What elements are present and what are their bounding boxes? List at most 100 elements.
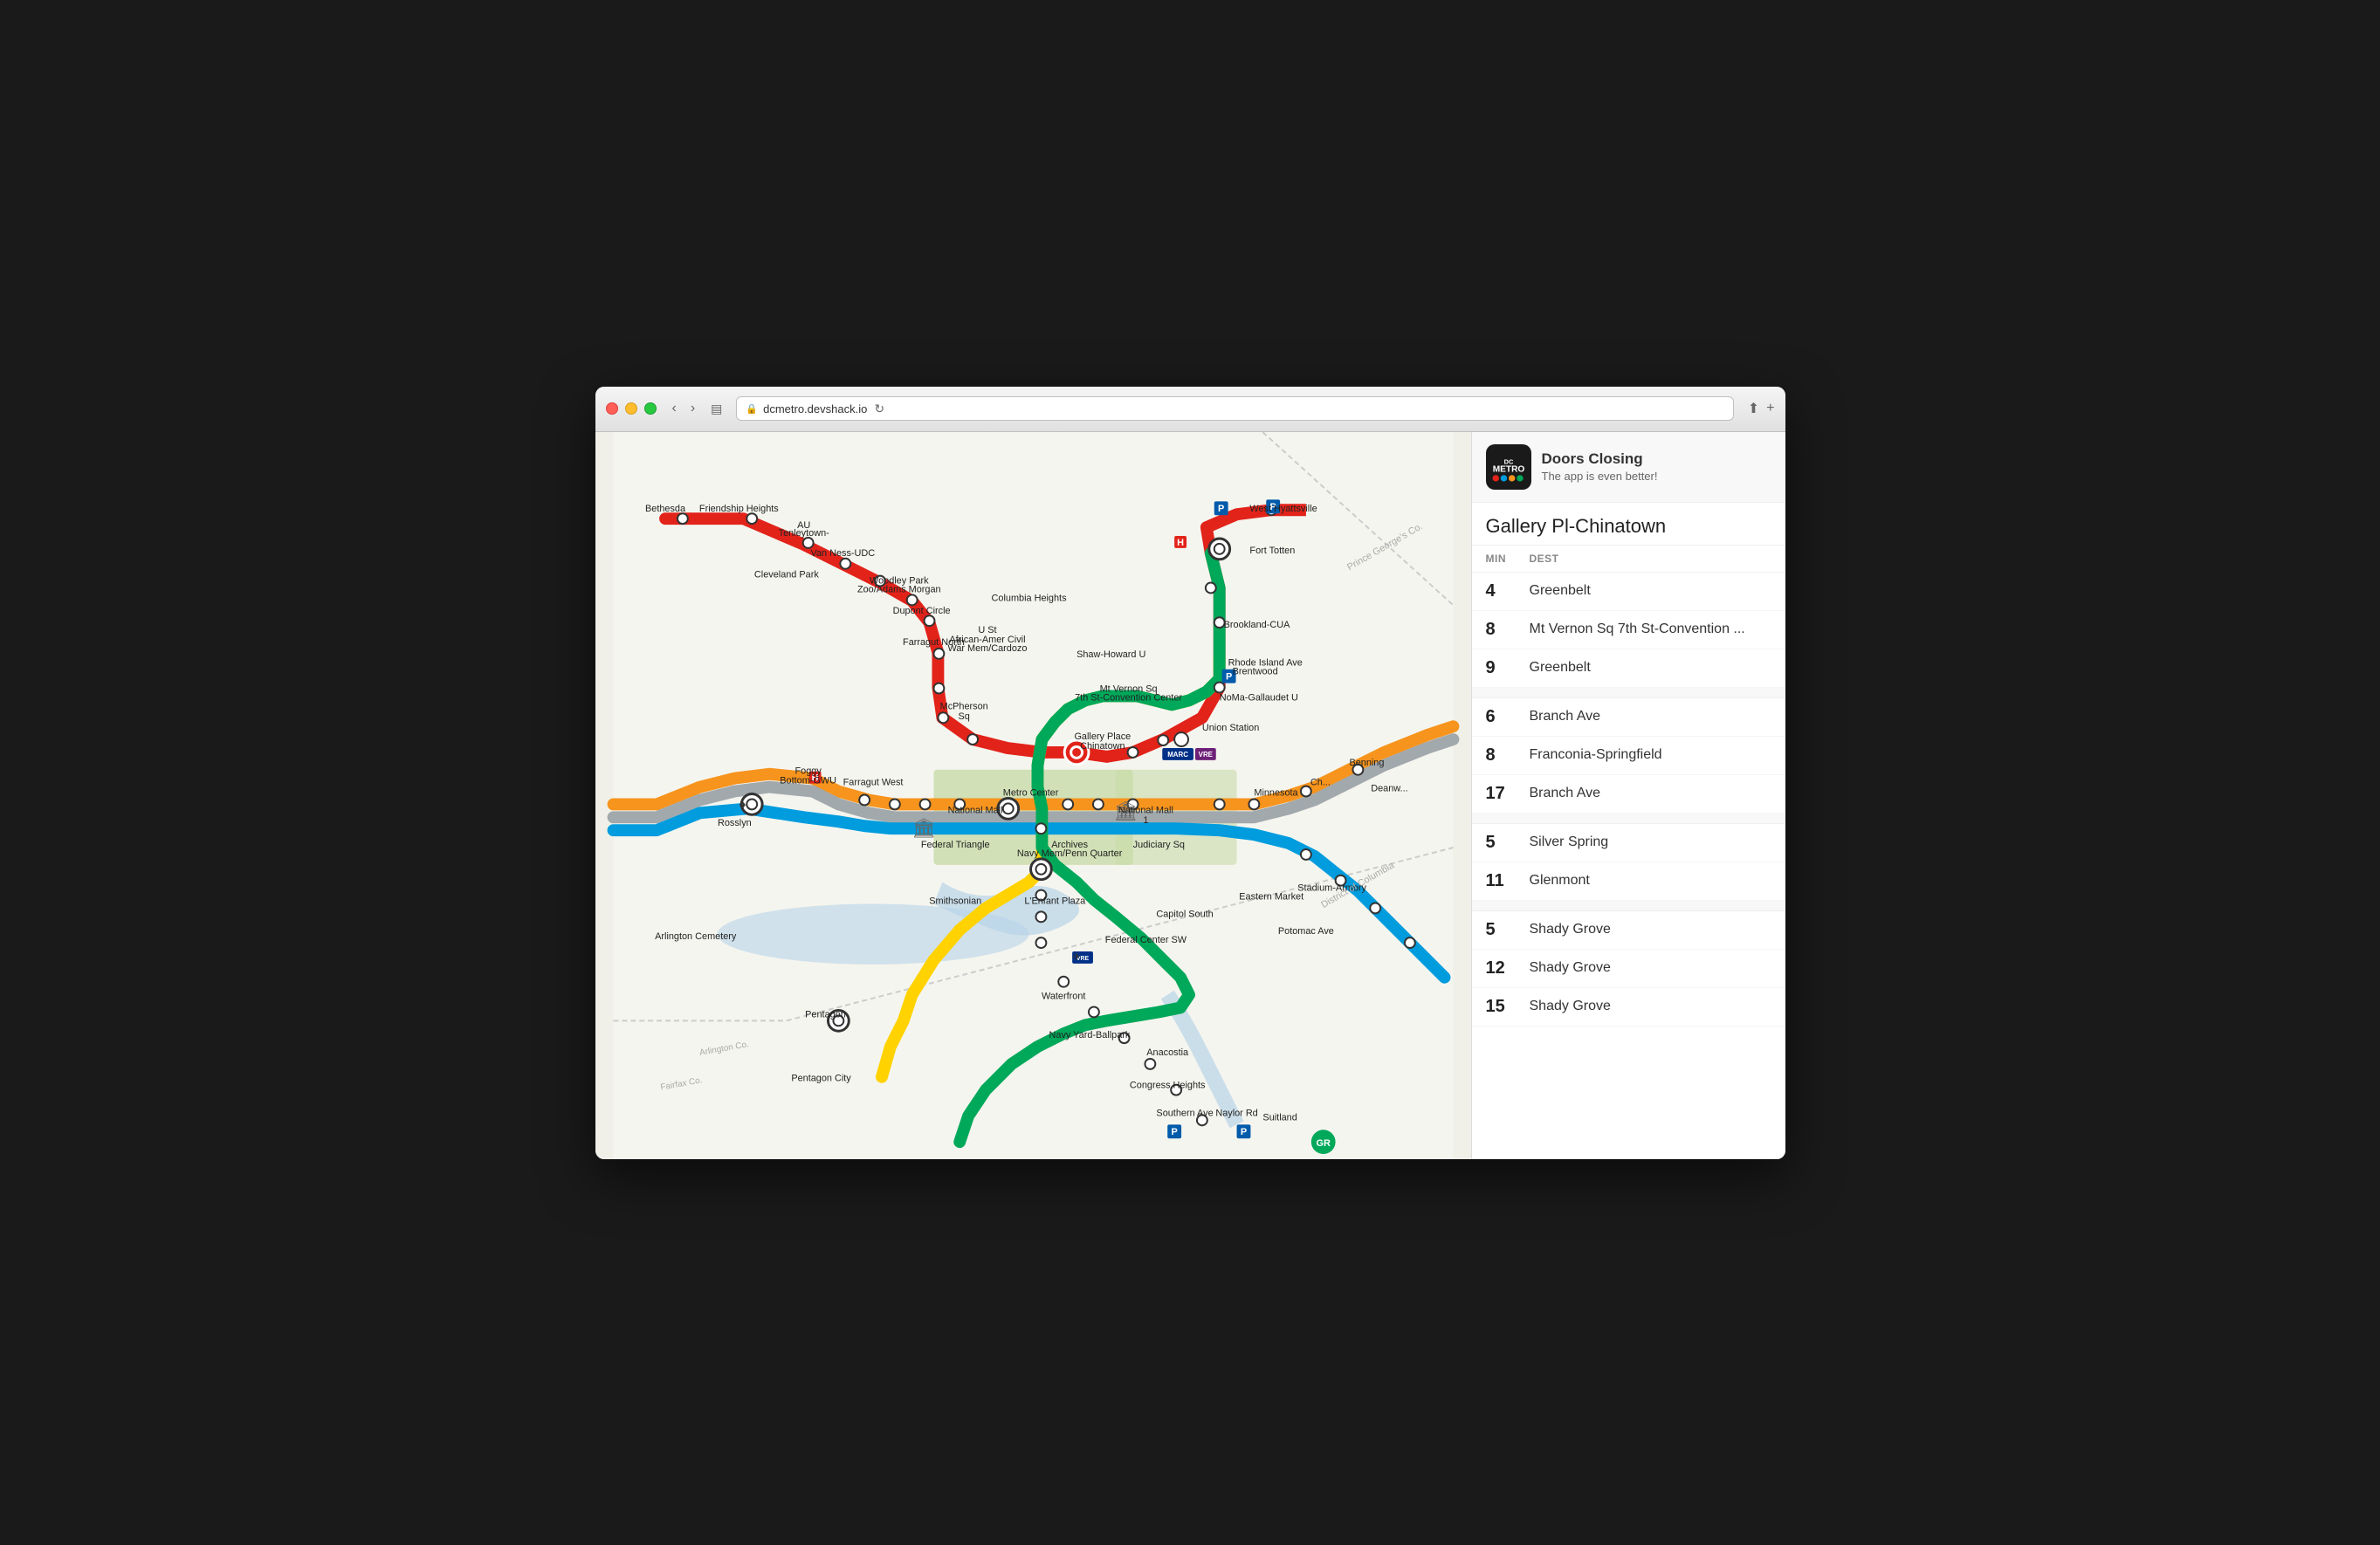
arrival-dest: Franconia-Springfield — [1530, 747, 1771, 763]
svg-text:Naylor Rd: Naylor Rd — [1215, 1108, 1257, 1118]
arrival-row: 5 Silver Spring — [1472, 824, 1785, 862]
svg-text:Judiciary Sq: Judiciary Sq — [1132, 840, 1184, 850]
arrival-dest: Shady Grove — [1530, 999, 1771, 1014]
arrival-dest: Glenmont — [1530, 873, 1771, 889]
arrival-min: 8 — [1486, 745, 1530, 766]
svg-text:P: P — [1171, 1127, 1177, 1137]
svg-text:Zoo/Adams Morgan: Zoo/Adams Morgan — [856, 584, 940, 594]
svg-text:National Mall: National Mall — [1118, 805, 1173, 815]
browser-window: ‹ › ▤ 🔒 dcmetro.devshack.io ↻ ⬆ + — [595, 387, 1785, 1159]
svg-text:Brookland-CUA: Brookland-CUA — [1223, 620, 1290, 630]
svg-text:Eastern Market: Eastern Market — [1239, 891, 1303, 902]
svg-text:Southern Ave: Southern Ave — [1156, 1108, 1213, 1118]
svg-text:Friendship Heights: Friendship Heights — [698, 504, 778, 514]
svg-text:🏛: 🏛 — [911, 817, 936, 839]
svg-text:METRO: METRO — [1492, 464, 1524, 474]
new-tab-button[interactable]: + — [1766, 400, 1774, 417]
svg-text:H: H — [1177, 537, 1184, 547]
dest-header: DEST — [1530, 553, 1771, 565]
svg-text:National Mall: National Mall — [947, 805, 1002, 815]
refresh-button[interactable]: ↻ — [874, 402, 884, 416]
arrival-row: 12 Shady Grove — [1472, 950, 1785, 988]
tab-bar-toggle[interactable]: ▤ — [711, 402, 722, 416]
arrival-dest: Silver Spring — [1530, 834, 1771, 850]
forward-button[interactable]: › — [685, 399, 700, 418]
arrival-min: 9 — [1486, 658, 1530, 678]
svg-text:Arlington Cemetery: Arlington Cemetery — [655, 931, 737, 942]
group-separator — [1472, 901, 1785, 911]
svg-text:Congress Heights: Congress Heights — [1129, 1080, 1205, 1090]
arrival-min: 12 — [1486, 958, 1530, 978]
svg-text:Fort Totten: Fort Totten — [1249, 545, 1295, 555]
group-separator — [1472, 814, 1785, 824]
svg-text:McPherson: McPherson — [939, 701, 987, 711]
app-banner: DC METRO Doors Closing The app is even b… — [1472, 432, 1785, 503]
address-bar[interactable]: 🔒 dcmetro.devshack.io ↻ — [736, 396, 1733, 421]
arrival-min: 15 — [1486, 997, 1530, 1017]
arrival-row: 17 Branch Ave — [1472, 775, 1785, 814]
min-header: MIN — [1486, 553, 1530, 565]
svg-text:MARC: MARC — [1167, 750, 1188, 758]
svg-text:7th St-Convention Center: 7th St-Convention Center — [1075, 692, 1182, 703]
toolbar-right: ⬆ + — [1748, 400, 1775, 417]
svg-text:Union Station: Union Station — [1201, 723, 1258, 733]
svg-text:Shaw-Howard U: Shaw-Howard U — [1077, 649, 1145, 659]
svg-text:Smithsonian: Smithsonian — [929, 896, 981, 906]
map-area[interactable]: GR P P P P P MARC VRE VRE — [595, 432, 1471, 1159]
svg-text:Chinatown: Chinatown — [1080, 740, 1125, 751]
svg-text:P: P — [1218, 504, 1224, 514]
arrival-row: 5 Shady Grove — [1472, 911, 1785, 950]
svg-text:Waterfront: Waterfront — [1041, 991, 1084, 1001]
maximize-button[interactable] — [644, 402, 657, 415]
svg-text:P: P — [1225, 671, 1231, 682]
svg-text:Sq: Sq — [958, 711, 969, 722]
svg-text:Navy Mem/Penn Quarter: Navy Mem/Penn Quarter — [1016, 848, 1122, 858]
arrival-dest: Shady Grove — [1530, 922, 1771, 937]
arrival-dest: Branch Ave — [1530, 786, 1771, 801]
url-display: dcmetro.devshack.io — [763, 402, 867, 415]
back-button[interactable]: ‹ — [667, 399, 682, 418]
arrival-row: 6 Branch Ave — [1472, 698, 1785, 737]
nav-buttons: ‹ › — [667, 399, 701, 418]
content-area: GR P P P P P MARC VRE VRE — [595, 432, 1785, 1159]
svg-text:Ch...: Ch... — [1310, 777, 1330, 787]
svg-text:✈: ✈ — [739, 799, 747, 811]
arrival-dest: Greenbelt — [1530, 583, 1771, 599]
arrival-row: 15 Shady Grove — [1472, 988, 1785, 1027]
arrival-min: 17 — [1486, 784, 1530, 804]
arrival-dest: Mt Vernon Sq 7th St-Convention ... — [1530, 621, 1771, 637]
arrival-min: 4 — [1486, 581, 1530, 601]
arrival-row: 9 Greenbelt — [1472, 649, 1785, 688]
svg-text:Cleveland Park: Cleveland Park — [753, 569, 818, 580]
svg-text:VRE: VRE — [1198, 750, 1212, 758]
svg-text:Pentagon: Pentagon — [805, 1009, 846, 1020]
svg-text:Van Ness-UDC: Van Ness-UDC — [810, 547, 875, 558]
svg-text:Minnesota: Minnesota — [1254, 787, 1298, 798]
svg-text:NoMa-Gallaudet U: NoMa-Gallaudet U — [1219, 692, 1297, 703]
minimize-button[interactable] — [625, 402, 637, 415]
svg-text:AU: AU — [797, 520, 810, 531]
svg-text:Anacostia: Anacostia — [1146, 1047, 1189, 1058]
arrival-row: 8 Mt Vernon Sq 7th St-Convention ... — [1472, 611, 1785, 649]
arrival-row: 4 Greenbelt — [1472, 573, 1785, 611]
app-icon: DC METRO — [1486, 444, 1531, 490]
svg-text:Rosslyn: Rosslyn — [718, 818, 752, 828]
svg-text:Metro Center: Metro Center — [1002, 787, 1058, 798]
svg-text:Benning: Benning — [1349, 757, 1384, 767]
arrival-min: 11 — [1486, 871, 1530, 891]
svg-text:L'Enfant Plaza: L'Enfant Plaza — [1024, 896, 1086, 906]
arrival-dest: Branch Ave — [1530, 709, 1771, 724]
share-button[interactable]: ⬆ — [1748, 400, 1759, 417]
lock-icon: 🔒 — [746, 403, 758, 415]
svg-text:✈: ✈ — [1072, 950, 1081, 962]
group-separator — [1472, 688, 1785, 698]
arrival-min: 5 — [1486, 920, 1530, 940]
arrival-min: 6 — [1486, 707, 1530, 727]
svg-text:P: P — [1240, 1127, 1246, 1137]
svg-text:Federal Center SW: Federal Center SW — [1104, 935, 1187, 945]
svg-text:Federal Triangle: Federal Triangle — [920, 840, 989, 850]
app-subtitle: The app is even better! — [1542, 470, 1771, 483]
close-button[interactable] — [606, 402, 618, 415]
arrival-min: 5 — [1486, 833, 1530, 853]
svg-text:1: 1 — [1143, 815, 1148, 826]
